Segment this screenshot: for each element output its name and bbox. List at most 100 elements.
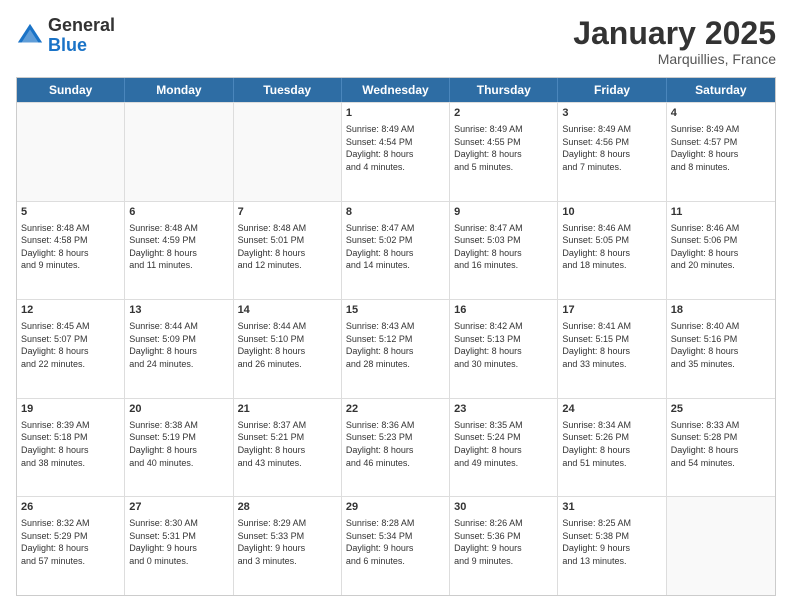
cell-line: Sunrise: 8:26 AM bbox=[454, 517, 553, 530]
cell-line: Daylight: 8 hours bbox=[562, 148, 661, 161]
calendar-header: SundayMondayTuesdayWednesdayThursdayFrid… bbox=[17, 78, 775, 102]
cell-line: and 35 minutes. bbox=[671, 358, 771, 371]
cell-line: Daylight: 8 hours bbox=[562, 345, 661, 358]
day-number: 30 bbox=[454, 500, 553, 515]
day-number: 9 bbox=[454, 205, 553, 220]
cell-line: Daylight: 8 hours bbox=[671, 444, 771, 457]
cell-line: and 9 minutes. bbox=[454, 555, 553, 568]
cell-line: Sunrise: 8:34 AM bbox=[562, 419, 661, 432]
cell-line: and 20 minutes. bbox=[671, 259, 771, 272]
cell-line: Sunset: 5:02 PM bbox=[346, 234, 445, 247]
cell-line: Sunset: 5:38 PM bbox=[562, 530, 661, 543]
cell-line: Sunset: 4:56 PM bbox=[562, 136, 661, 149]
cell-line: and 57 minutes. bbox=[21, 555, 120, 568]
cell-line: Daylight: 8 hours bbox=[671, 148, 771, 161]
cell-line: Sunrise: 8:48 AM bbox=[129, 222, 228, 235]
cell-line: and 33 minutes. bbox=[562, 358, 661, 371]
cell-line: Daylight: 8 hours bbox=[454, 148, 553, 161]
cell-line: Sunrise: 8:36 AM bbox=[346, 419, 445, 432]
cell-line: and 26 minutes. bbox=[238, 358, 337, 371]
day-number: 14 bbox=[238, 303, 337, 318]
cell-line: Sunset: 5:12 PM bbox=[346, 333, 445, 346]
cell-line: Sunset: 5:03 PM bbox=[454, 234, 553, 247]
calendar-cell: 26Sunrise: 8:32 AMSunset: 5:29 PMDayligh… bbox=[17, 497, 125, 595]
cell-line: Sunrise: 8:43 AM bbox=[346, 320, 445, 333]
calendar-cell bbox=[667, 497, 775, 595]
calendar-cell: 18Sunrise: 8:40 AMSunset: 5:16 PMDayligh… bbox=[667, 300, 775, 398]
calendar-header-day: Saturday bbox=[667, 78, 775, 102]
cell-line: Sunrise: 8:46 AM bbox=[671, 222, 771, 235]
cell-line: Sunrise: 8:33 AM bbox=[671, 419, 771, 432]
day-number: 7 bbox=[238, 205, 337, 220]
cell-line: Sunrise: 8:35 AM bbox=[454, 419, 553, 432]
calendar-cell: 29Sunrise: 8:28 AMSunset: 5:34 PMDayligh… bbox=[342, 497, 450, 595]
day-number: 6 bbox=[129, 205, 228, 220]
cell-line: Daylight: 8 hours bbox=[346, 247, 445, 260]
cell-line: and 7 minutes. bbox=[562, 161, 661, 174]
calendar-cell: 25Sunrise: 8:33 AMSunset: 5:28 PMDayligh… bbox=[667, 399, 775, 497]
day-number: 21 bbox=[238, 402, 337, 417]
day-number: 13 bbox=[129, 303, 228, 318]
calendar-cell: 1Sunrise: 8:49 AMSunset: 4:54 PMDaylight… bbox=[342, 103, 450, 201]
calendar-header-day: Tuesday bbox=[234, 78, 342, 102]
cell-line: Daylight: 8 hours bbox=[238, 345, 337, 358]
cell-line: Sunrise: 8:49 AM bbox=[346, 123, 445, 136]
logo: General Blue bbox=[16, 16, 115, 56]
header: General Blue January 2025 Marquillies, F… bbox=[16, 16, 776, 67]
calendar-body: 1Sunrise: 8:49 AMSunset: 4:54 PMDaylight… bbox=[17, 102, 775, 595]
calendar-cell: 31Sunrise: 8:25 AMSunset: 5:38 PMDayligh… bbox=[558, 497, 666, 595]
calendar-cell: 23Sunrise: 8:35 AMSunset: 5:24 PMDayligh… bbox=[450, 399, 558, 497]
cell-line: and 38 minutes. bbox=[21, 457, 120, 470]
day-number: 10 bbox=[562, 205, 661, 220]
day-number: 2 bbox=[454, 106, 553, 121]
day-number: 18 bbox=[671, 303, 771, 318]
cell-line: Sunrise: 8:41 AM bbox=[562, 320, 661, 333]
cell-line: and 9 minutes. bbox=[21, 259, 120, 272]
cell-line: Sunrise: 8:38 AM bbox=[129, 419, 228, 432]
cell-line: Sunrise: 8:25 AM bbox=[562, 517, 661, 530]
calendar-row: 26Sunrise: 8:32 AMSunset: 5:29 PMDayligh… bbox=[17, 496, 775, 595]
cell-line: and 43 minutes. bbox=[238, 457, 337, 470]
calendar-cell: 4Sunrise: 8:49 AMSunset: 4:57 PMDaylight… bbox=[667, 103, 775, 201]
cell-line: Sunset: 5:16 PM bbox=[671, 333, 771, 346]
cell-line: Sunrise: 8:37 AM bbox=[238, 419, 337, 432]
cell-line: and 6 minutes. bbox=[346, 555, 445, 568]
day-number: 1 bbox=[346, 106, 445, 121]
cell-line: and 30 minutes. bbox=[454, 358, 553, 371]
cell-line: Daylight: 8 hours bbox=[346, 148, 445, 161]
calendar-row: 1Sunrise: 8:49 AMSunset: 4:54 PMDaylight… bbox=[17, 102, 775, 201]
calendar-subtitle: Marquillies, France bbox=[573, 51, 776, 67]
cell-line: Sunrise: 8:40 AM bbox=[671, 320, 771, 333]
calendar-cell: 13Sunrise: 8:44 AMSunset: 5:09 PMDayligh… bbox=[125, 300, 233, 398]
calendar-cell: 24Sunrise: 8:34 AMSunset: 5:26 PMDayligh… bbox=[558, 399, 666, 497]
day-number: 27 bbox=[129, 500, 228, 515]
cell-line: Daylight: 8 hours bbox=[346, 345, 445, 358]
cell-line: and 28 minutes. bbox=[346, 358, 445, 371]
calendar-cell: 9Sunrise: 8:47 AMSunset: 5:03 PMDaylight… bbox=[450, 202, 558, 300]
cell-line: Sunrise: 8:48 AM bbox=[238, 222, 337, 235]
cell-line: Daylight: 8 hours bbox=[454, 345, 553, 358]
cell-line: and 16 minutes. bbox=[454, 259, 553, 272]
calendar-cell: 5Sunrise: 8:48 AMSunset: 4:58 PMDaylight… bbox=[17, 202, 125, 300]
cell-line: Daylight: 8 hours bbox=[21, 247, 120, 260]
calendar-row: 12Sunrise: 8:45 AMSunset: 5:07 PMDayligh… bbox=[17, 299, 775, 398]
cell-line: and 24 minutes. bbox=[129, 358, 228, 371]
cell-line: Sunset: 5:34 PM bbox=[346, 530, 445, 543]
cell-line: Sunrise: 8:28 AM bbox=[346, 517, 445, 530]
day-number: 26 bbox=[21, 500, 120, 515]
cell-line: Sunrise: 8:49 AM bbox=[562, 123, 661, 136]
calendar-cell bbox=[125, 103, 233, 201]
cell-line: and 13 minutes. bbox=[562, 555, 661, 568]
day-number: 15 bbox=[346, 303, 445, 318]
calendar-header-day: Friday bbox=[558, 78, 666, 102]
cell-line: Sunrise: 8:44 AM bbox=[238, 320, 337, 333]
cell-line: Sunset: 5:21 PM bbox=[238, 431, 337, 444]
cell-line: Daylight: 8 hours bbox=[562, 444, 661, 457]
cell-line: Sunset: 5:26 PM bbox=[562, 431, 661, 444]
cell-line: Daylight: 9 hours bbox=[562, 542, 661, 555]
cell-line: Sunrise: 8:44 AM bbox=[129, 320, 228, 333]
cell-line: Sunset: 5:01 PM bbox=[238, 234, 337, 247]
calendar-title: January 2025 bbox=[573, 16, 776, 51]
cell-line: Sunset: 5:24 PM bbox=[454, 431, 553, 444]
cell-line: Sunset: 5:36 PM bbox=[454, 530, 553, 543]
